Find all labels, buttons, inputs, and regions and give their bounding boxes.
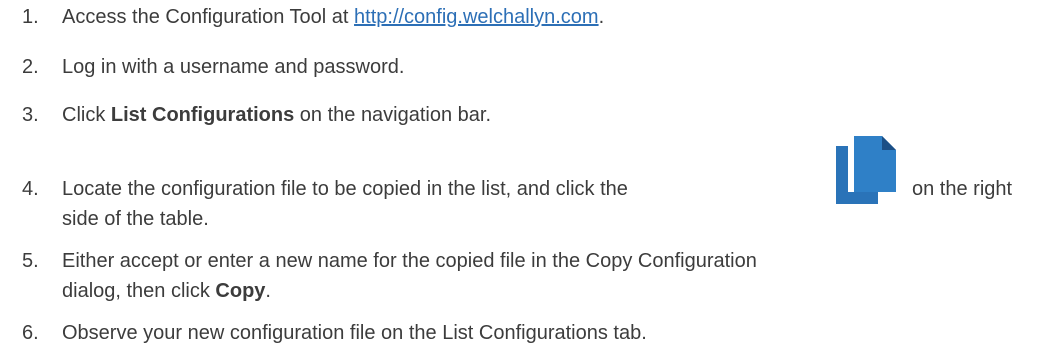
step-number: 2. — [22, 56, 39, 78]
step-text-end: on the navigation bar. — [294, 104, 492, 126]
step-text-tail: on the right — [912, 178, 1013, 200]
list-configurations-label: List Configurations — [110, 104, 295, 126]
config-tool-link[interactable]: http://config.welchallyn.com — [354, 6, 599, 28]
step-number: 4. — [22, 178, 39, 200]
step-text-line2: side of the table. — [62, 208, 209, 230]
step-text: Log in with a username and password. — [62, 56, 405, 78]
copy-label: Copy — [215, 280, 266, 302]
step-text-line2: dialog, then click — [62, 280, 216, 302]
step-number: 6. — [22, 322, 39, 344]
step-number: 3. — [22, 104, 39, 126]
step-text-end: . — [598, 6, 605, 28]
step-text-end: . — [265, 280, 271, 302]
step-number: 5. — [22, 250, 39, 272]
step-text: Click — [62, 104, 111, 126]
step-text-line1: Either accept or enter a new name for th… — [62, 250, 757, 272]
step-text: Observe your new configuration file on t… — [62, 322, 647, 344]
step-text: Locate the configuration file to be copi… — [62, 178, 628, 200]
step-number: 1. — [22, 6, 39, 28]
step-text: Access the Configuration Tool at — [62, 6, 355, 28]
copy-icon — [836, 136, 896, 204]
